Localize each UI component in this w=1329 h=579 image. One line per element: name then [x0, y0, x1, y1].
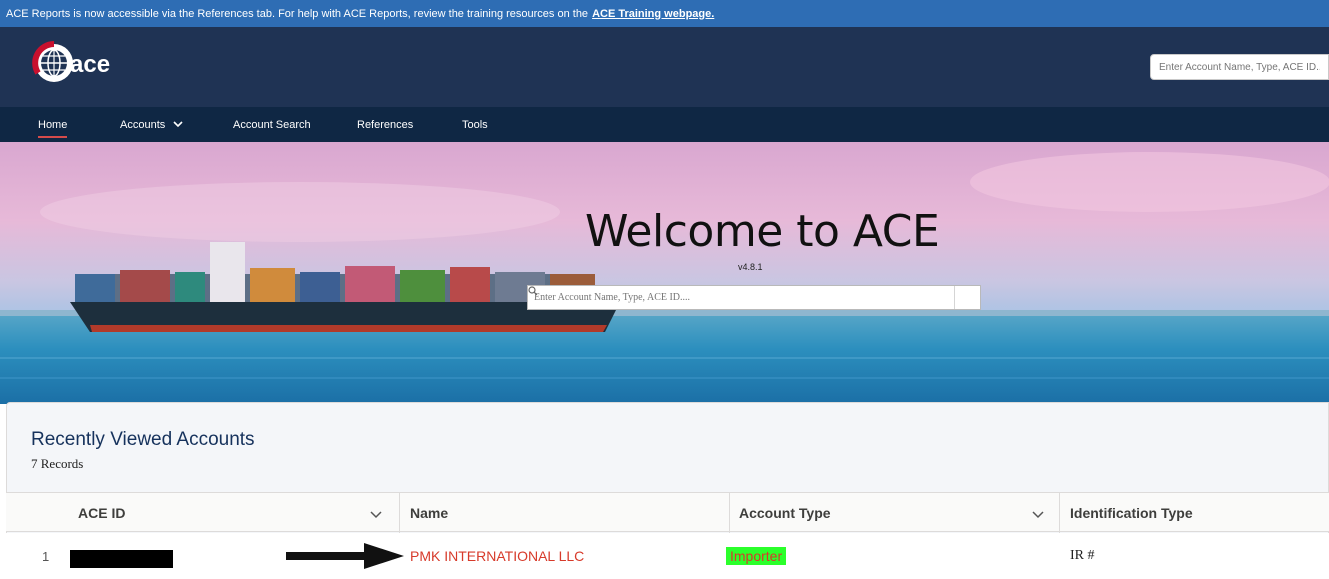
chevron-down-icon: [173, 119, 183, 131]
announcement-banner: ACE Reports is now accessible via the Re…: [0, 0, 1329, 27]
app-header: ace: [0, 27, 1329, 107]
column-divider[interactable]: [399, 493, 400, 533]
nav-account-search[interactable]: Account Search: [233, 107, 311, 142]
account-name-link[interactable]: PMK INTERNATIONAL LLC: [410, 533, 584, 579]
record-count: 7 Records: [31, 456, 84, 471]
version-label: v4.8.1: [738, 262, 763, 272]
column-header-identification-type[interactable]: Identification Type: [1070, 493, 1193, 533]
search-icon: [528, 286, 538, 296]
chevron-down-icon[interactable]: [370, 507, 382, 525]
nav-home-label: Home: [38, 118, 68, 131]
column-header-name[interactable]: Name: [410, 493, 448, 533]
column-label: Identification Type: [1070, 505, 1193, 521]
main-nav: Home Accounts Account Search References …: [0, 107, 1329, 142]
panel-title: Recently Viewed Accounts: [31, 429, 255, 450]
column-label: Name: [410, 505, 449, 521]
nav-account-search-label: Account Search: [233, 118, 311, 131]
chevron-down-icon[interactable]: [1032, 507, 1044, 525]
table-header: ACE ID Name Account Type Identification …: [6, 492, 1329, 533]
column-header-ace-id[interactable]: ACE ID: [78, 493, 125, 533]
arrow-right-icon: [286, 543, 404, 569]
column-label: Account Type: [739, 505, 831, 521]
hero-search-input[interactable]: [528, 286, 954, 309]
account-type-cell: Importer: [726, 533, 787, 579]
nav-home[interactable]: Home: [38, 107, 68, 142]
redacted-ace-id: [70, 550, 173, 568]
row-number: 1: [42, 548, 50, 564]
banner-text: ACE Reports is now accessible via the Re…: [6, 7, 589, 20]
nav-accounts[interactable]: Accounts: [120, 107, 183, 142]
hero-background-image: [0, 142, 1329, 404]
search-button[interactable]: [528, 286, 980, 309]
nav-references[interactable]: References: [357, 107, 413, 142]
nav-tools-label: Tools: [462, 118, 488, 131]
column-divider[interactable]: [1059, 493, 1060, 533]
hero-search-box: [527, 285, 981, 310]
welcome-title: Welcome to ACE: [585, 206, 940, 257]
table-row: 1 PMK INTERNATIONAL LLC Importer IR #: [6, 533, 1329, 579]
column-label: ACE ID: [78, 505, 126, 521]
training-webpage-link[interactable]: ACE Training webpage.: [592, 8, 714, 20]
nav-accounts-label: Accounts: [120, 118, 166, 131]
header-search-input[interactable]: [1150, 54, 1329, 80]
nav-references-label: References: [357, 118, 414, 131]
hero-banner: Welcome to ACE v4.8.1: [0, 142, 1329, 404]
nav-tools[interactable]: Tools: [462, 107, 488, 142]
identification-type-cell: IR #: [1070, 548, 1095, 563]
logo-text: ace: [70, 51, 110, 78]
ace-logo[interactable]: ace: [30, 35, 150, 95]
column-divider[interactable]: [729, 493, 730, 533]
column-header-account-type[interactable]: Account Type: [739, 493, 831, 533]
